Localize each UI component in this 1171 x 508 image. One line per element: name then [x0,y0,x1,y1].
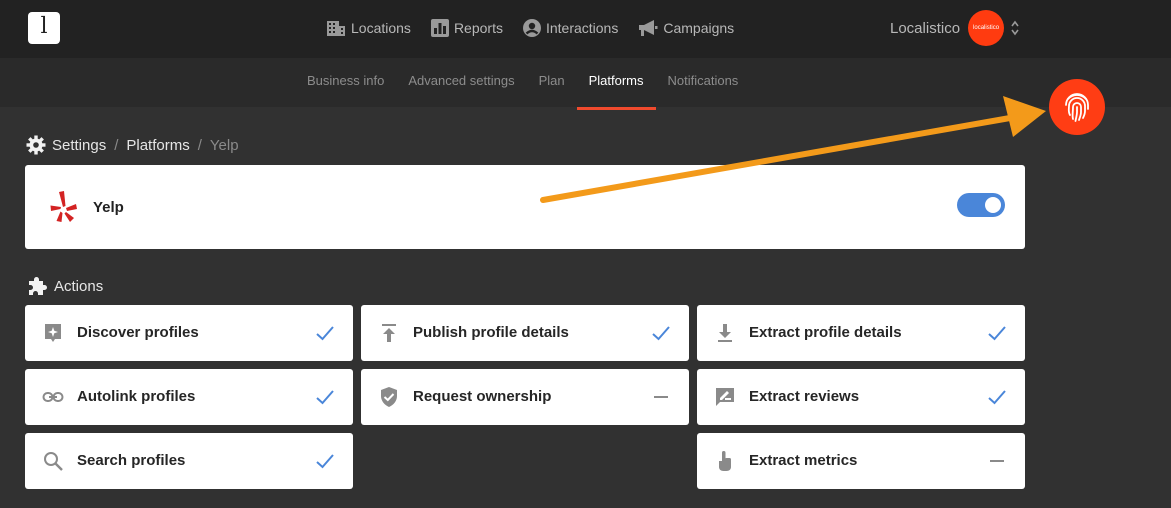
breadcrumb-platforms[interactable]: Platforms [126,137,189,154]
settings-sub-nav: Business info Advanced settings Plan Pla… [0,58,1171,110]
action-label: Discover profiles [77,324,199,341]
shield-check-icon [381,387,397,407]
fingerprint-button[interactable] [1049,79,1105,135]
nav-item-locations[interactable]: Locations [326,19,411,37]
breadcrumb-yelp: Yelp [209,136,239,154]
action-publish-profile-details[interactable]: Publish profile details [361,305,689,361]
review-icon [716,388,734,406]
check-icon [988,326,1006,341]
upload-icon [382,324,396,342]
check-icon [316,326,334,341]
nav-item-campaigns[interactable]: Campaigns [638,19,734,37]
megaphone-icon [639,20,658,36]
toggle-knob [985,197,1001,213]
platform-card [25,165,1025,249]
tab-plan[interactable]: Plan [539,58,565,107]
tab-advanced-settings[interactable]: Advanced settings [408,58,514,107]
app-logo[interactable]: l [28,12,60,44]
main-nav: Locations Reports Interactions Campaigns [326,16,754,40]
action-label: Extract reviews [749,388,860,405]
platform-name: Yelp [93,199,124,216]
action-extract-metrics[interactable]: Extract metrics [697,433,1025,489]
nav-label: Reports [453,20,503,36]
sparkle-card-icon [45,324,61,342]
action-extract-profile-details[interactable]: Extract profile details [697,305,1025,361]
nav-label: Campaigns [663,20,735,36]
fingerprint-icon [1065,93,1089,122]
tab-business-info[interactable]: Business info [307,58,384,107]
action-autolink-profiles[interactable]: Autolink profiles [25,369,353,425]
action-label: Autolink profiles [77,388,196,405]
action-label: Extract profile details [749,324,902,341]
breadcrumb-settings[interactable]: Settings [52,137,106,154]
platform-enabled-toggle[interactable] [957,193,1005,217]
touch-icon [719,451,731,471]
account-switcher[interactable]: Localistico localistico [890,10,1020,46]
account-name: Localistico [890,19,961,37]
nav-label: Interactions [545,20,619,36]
top-navigation-bar: l Locations Reports Interactions Campaig… [0,0,1171,58]
link-icon [42,392,64,402]
action-label: Request ownership [413,388,552,405]
building-icon [327,21,345,36]
tab-platforms[interactable]: Platforms [576,58,656,110]
action-label: Search profiles [77,452,186,469]
action-extract-reviews[interactable]: Extract reviews [697,369,1025,425]
action-discover-profiles[interactable]: Discover profiles [25,305,353,361]
gear-icon [26,135,46,155]
yelp-logo-icon [50,191,77,222]
check-icon [316,454,334,469]
action-label: Publish profile details [413,324,569,341]
tab-notifications[interactable]: Notifications [668,58,739,107]
nav-label: Locations [351,20,411,36]
breadcrumb: Settings / Platforms / Yelp [26,134,239,156]
action-search-profiles[interactable]: Search profiles [25,433,353,489]
nav-item-reports[interactable]: Reports [430,19,503,37]
action-label: Extract metrics [749,452,858,469]
dash-icon [654,396,668,398]
chevron-up-down-icon [1011,20,1019,36]
bar-chart-icon [430,19,449,37]
breadcrumb-separator: / [197,136,202,154]
search-icon [44,452,63,471]
check-icon [652,326,670,341]
check-icon [988,390,1006,405]
action-request-ownership[interactable]: Request ownership [361,369,689,425]
avatar: localistico [968,10,1005,46]
check-icon [316,390,334,405]
puzzle-icon [29,277,47,295]
dash-icon [990,460,1004,462]
user-circle-icon [522,19,541,37]
nav-item-interactions[interactable]: Interactions [522,19,619,37]
download-icon [718,324,732,342]
actions-heading-label: Actions [54,277,104,295]
breadcrumb-separator: / [114,136,119,154]
actions-heading: Actions [26,275,103,297]
